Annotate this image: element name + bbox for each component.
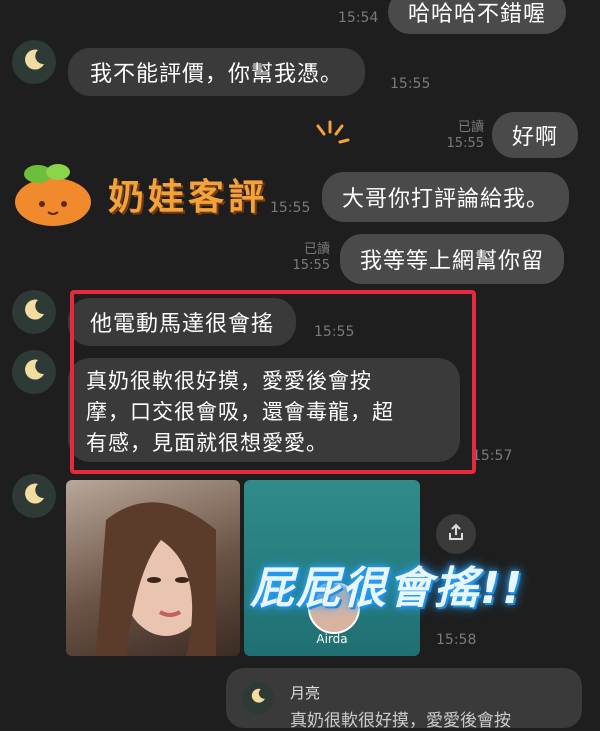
reply-preview-card[interactable]: 月亮 真奶很軟很好摸，愛愛後會按 bbox=[226, 668, 582, 731]
message-text: 我不能評價，你幫我憑。 bbox=[90, 62, 344, 87]
reply-sender: 月亮 bbox=[290, 684, 321, 702]
read-receipt: 已讀 15:55 bbox=[292, 242, 330, 273]
reply-snippet: 真奶很軟很好摸，愛愛後會按 bbox=[290, 711, 511, 731]
photo-selfie[interactable] bbox=[66, 480, 240, 656]
message-time: 15:55 bbox=[390, 76, 431, 92]
message-text: 好啊 bbox=[512, 125, 559, 150]
crescent-moon-icon bbox=[21, 47, 47, 77]
brand-watermark: 奶娃客評 bbox=[108, 177, 269, 218]
message-bubble-outgoing[interactable]: 哈哈哈不錯喔 bbox=[388, 0, 567, 34]
highlight-frame bbox=[70, 290, 476, 474]
crescent-moon-icon bbox=[21, 481, 47, 511]
message-time: 15:54 bbox=[338, 10, 379, 26]
share-icon bbox=[446, 522, 466, 546]
avatar[interactable] bbox=[12, 474, 56, 518]
avatar[interactable] bbox=[12, 40, 56, 84]
crescent-moon-icon bbox=[249, 687, 267, 709]
caption-watermark: 屁屁很會搖!! bbox=[250, 563, 525, 614]
persimmon-icon bbox=[8, 158, 98, 232]
share-button[interactable] bbox=[436, 514, 476, 554]
profile-name: Airda bbox=[316, 632, 348, 646]
avatar[interactable] bbox=[12, 290, 56, 334]
message-bubble-outgoing[interactable]: 好啊 bbox=[492, 112, 579, 158]
avatar bbox=[242, 682, 274, 714]
crescent-moon-icon bbox=[21, 357, 47, 387]
sparkle-icon bbox=[300, 112, 360, 176]
message-bubble-outgoing[interactable]: 我等等上網幫你留 bbox=[340, 234, 565, 284]
message-bubble-incoming[interactable]: 我不能評價，你幫我憑。 bbox=[68, 48, 366, 96]
message-time: 15:57 bbox=[472, 448, 513, 464]
message-text: 我等等上網幫你留 bbox=[360, 249, 545, 274]
read-receipt: 已讀 15:55 bbox=[446, 120, 484, 151]
message-time: 15:55 bbox=[270, 200, 311, 216]
message-time: 15:58 bbox=[436, 632, 477, 648]
message-text: 大哥你打評論給我。 bbox=[342, 187, 550, 212]
message-text: 哈哈哈不錯喔 bbox=[408, 2, 547, 27]
message-bubble-outgoing[interactable]: 大哥你打評論給我。 bbox=[322, 172, 570, 222]
avatar[interactable] bbox=[12, 350, 56, 394]
crescent-moon-icon bbox=[21, 297, 47, 327]
